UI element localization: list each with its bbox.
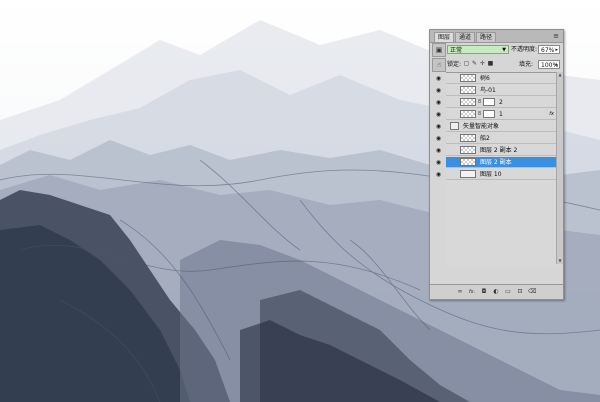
visibility-eye-icon[interactable]: ◉ <box>433 157 444 168</box>
layer-thumbnail <box>460 86 476 94</box>
scroll-down-icon[interactable]: ▼ <box>557 258 563 264</box>
layer-fx-badge[interactable]: fx <box>549 109 554 120</box>
visibility-eye-icon[interactable]: ◉ <box>433 73 444 84</box>
visibility-eye-icon[interactable]: ◉ <box>433 145 444 156</box>
panel-footer: ∞ fx. ◘ ◐ ▭ ⊡ ⌫ <box>430 284 563 299</box>
visibility-eye-icon[interactable]: ◉ <box>433 85 444 96</box>
adjustment-layer-icon[interactable]: ◐ <box>492 288 500 296</box>
opacity-field[interactable]: 67% ▸ <box>538 45 560 54</box>
panel-tab-bar: 图层 通道 路径 ≡ <box>430 30 563 43</box>
layer-row[interactable]: ◉ 图层 2 副本 2 <box>436 145 556 156</box>
add-style-button[interactable]: fx. <box>468 288 476 296</box>
visibility-eye-icon[interactable]: ◉ <box>433 133 444 144</box>
layer-row[interactable]: ◉ 船2 <box>436 133 556 144</box>
layer-name: 鸟-01 <box>480 87 496 94</box>
blend-mode-value: 正常 <box>450 47 463 54</box>
layer-name: 图层 2 副本 <box>480 159 512 166</box>
layer-thumbnail <box>460 98 476 106</box>
lock-brush-icon[interactable]: ✎ <box>471 60 478 67</box>
panel-menu-icon[interactable]: ≡ <box>552 32 560 40</box>
chevron-right-icon: ▸ <box>555 47 558 53</box>
link-chain-icon: 8 <box>478 111 482 117</box>
fill-field[interactable]: 100% ▸ <box>538 60 560 69</box>
layer-row[interactable]: ◉ 图层 10 <box>436 169 556 180</box>
new-group-icon[interactable]: ▭ <box>504 288 512 296</box>
lock-all-icon[interactable]: ■ <box>487 60 494 67</box>
layer-thumbnail <box>460 134 476 142</box>
opacity-value: 67% <box>541 47 555 54</box>
layer-name: 1 <box>499 111 503 118</box>
layer-style-icon[interactable]: ▣ <box>432 43 446 57</box>
layer-mask-thumbnail[interactable] <box>483 98 495 106</box>
layer-row[interactable]: ◉ 矢量智能对象 <box>436 121 556 132</box>
visibility-eye-icon[interactable]: ◉ <box>433 169 444 180</box>
layer-name: 图层 2 副本 2 <box>480 147 518 154</box>
lock-move-icon[interactable]: ✛ <box>479 60 486 67</box>
layer-thumbnail <box>460 170 476 178</box>
visibility-eye-icon[interactable]: ◉ <box>433 109 444 120</box>
layer-name: 船2 <box>480 135 490 142</box>
lock-transparent-icon[interactable]: ▢ <box>463 60 470 67</box>
blend-mode-select[interactable]: 正常 ▼ <box>447 45 509 54</box>
layer-thumbnail <box>460 158 476 166</box>
layer-thumbnail <box>460 74 476 82</box>
layer-row[interactable]: ◉ 鸟-01 <box>436 85 556 96</box>
layer-thumbnail <box>460 110 476 118</box>
layer-name: 2 <box>499 99 503 106</box>
chevron-right-icon: ▸ <box>555 62 558 68</box>
new-layer-icon[interactable]: ⊡ <box>516 288 524 296</box>
layer-row[interactable]: ◉ 8 1 fx <box>436 109 556 120</box>
layer-row[interactable]: ◉ 8 2 <box>436 97 556 108</box>
layer-list[interactable]: ◉ 树6 ◉ 鸟-01 ◉ 8 2 ◉ 8 1 fx ◉ 矢量智能对象 ◉ 船2… <box>436 72 563 265</box>
blend-row: ▣ 正常 ▼ 不透明度: 67% ▸ <box>430 43 563 57</box>
link-chain-icon: 8 <box>478 99 482 105</box>
footprint-icon[interactable]: ☝ <box>432 58 446 72</box>
lock-row: ☝ 锁定: ▢ ✎ ✛ ■ 填充: 100% ▸ <box>430 58 563 72</box>
smart-object-icon <box>450 122 459 130</box>
layer-name: 图层 10 <box>480 171 502 178</box>
trash-icon[interactable]: ⌫ <box>528 288 536 296</box>
visibility-eye-icon[interactable]: ◉ <box>433 97 444 108</box>
layers-panel[interactable]: 图层 通道 路径 ≡ ▣ 正常 ▼ 不透明度: 67% ▸ ☝ 锁定: ▢ ✎ … <box>429 29 564 300</box>
layer-mask-thumbnail[interactable] <box>483 110 495 118</box>
tab-layers[interactable]: 图层 <box>434 32 455 42</box>
layer-name: 矢量智能对象 <box>463 123 500 130</box>
lock-label: 锁定: <box>447 61 462 68</box>
layer-row[interactable]: ◉ 树6 <box>436 73 556 84</box>
layer-name: 树6 <box>480 75 490 82</box>
layer-thumbnail <box>460 146 476 154</box>
scroll-up-icon[interactable]: ▲ <box>557 72 563 78</box>
layer-list-scrollbar[interactable]: ▲ ▼ <box>556 72 563 264</box>
layer-row-selected[interactable]: ◉ 图层 2 副本 <box>436 157 556 168</box>
fill-label: 填充: <box>519 61 534 68</box>
link-layers-icon[interactable]: ∞ <box>456 288 464 296</box>
opacity-label: 不透明度: <box>511 46 538 53</box>
add-mask-icon[interactable]: ◘ <box>480 288 488 296</box>
visibility-eye-icon[interactable]: ◉ <box>433 121 444 132</box>
chevron-down-icon: ▼ <box>502 47 506 53</box>
tab-paths[interactable]: 路径 <box>476 32 497 42</box>
tab-channels[interactable]: 通道 <box>455 32 476 42</box>
